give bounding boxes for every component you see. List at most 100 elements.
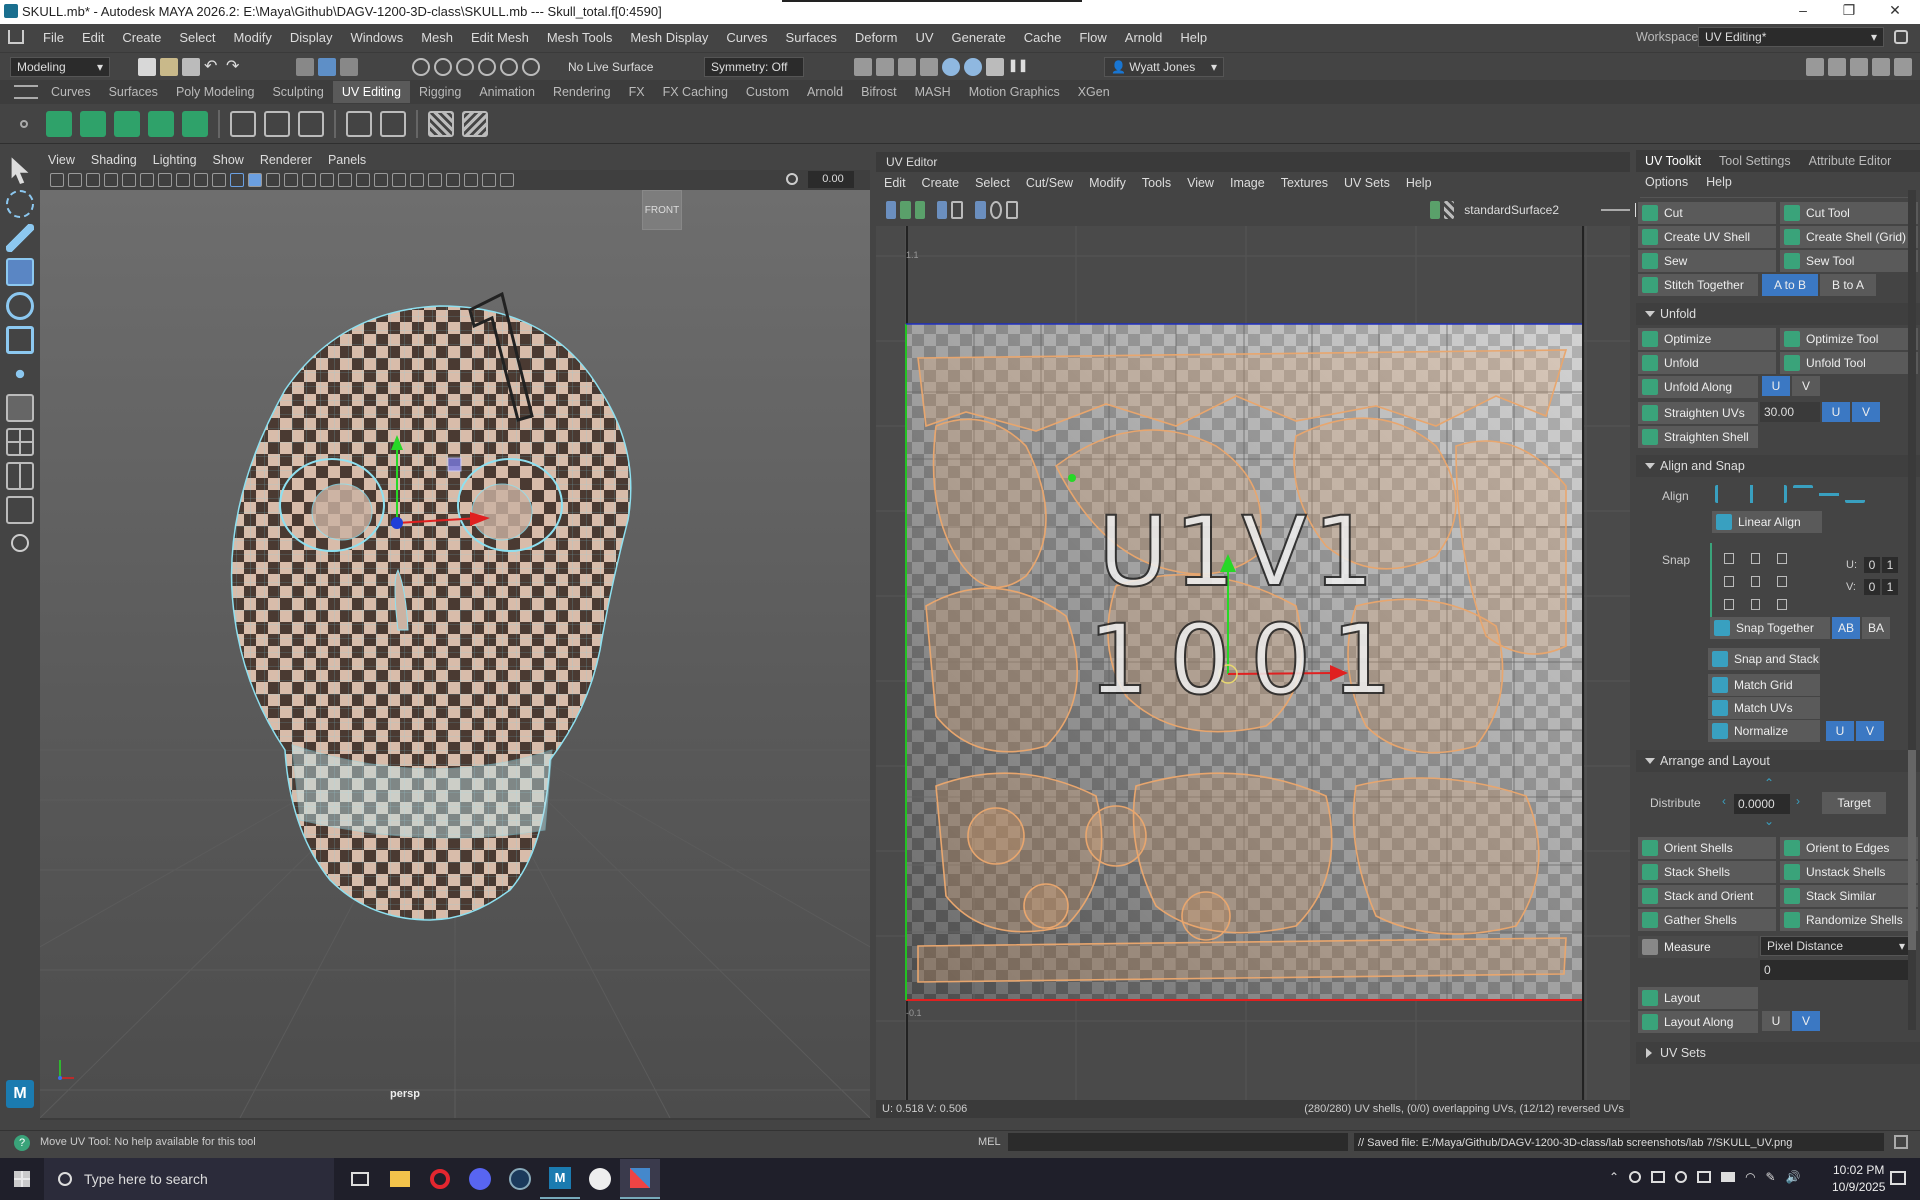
shelf-tab-fx[interactable]: FX	[620, 81, 654, 103]
lights-icon[interactable]	[302, 173, 316, 187]
uv-isolate-icon[interactable]	[914, 201, 925, 219]
viewport-menu-renderer[interactable]: Renderer	[252, 150, 320, 170]
spherical-map-icon[interactable]	[114, 110, 140, 137]
menu-display[interactable]: Display	[281, 24, 342, 52]
align-bottom-icon[interactable]	[1845, 485, 1865, 503]
planar-map-icon[interactable]	[46, 110, 72, 137]
distribute-down-icon[interactable]: ⌄	[1764, 814, 1774, 828]
tray-display-icon[interactable]	[1651, 1171, 1666, 1183]
shelf-tab-animation[interactable]: Animation	[470, 81, 544, 103]
snap-surface-icon[interactable]	[500, 58, 518, 76]
optimize-button[interactable]: Optimize	[1638, 328, 1776, 350]
shelf-tab-sculpting[interactable]: Sculpting	[263, 81, 332, 103]
exposure-field[interactable]: 0.00	[808, 171, 854, 188]
field-chart-icon[interactable]	[176, 173, 190, 187]
stitch-b-to-a-button[interactable]: B to A	[1820, 274, 1876, 296]
ambient-occlusion-icon[interactable]	[338, 173, 352, 187]
paint-select-icon[interactable]	[6, 224, 34, 252]
shelf-tab-motion-graphics[interactable]: Motion Graphics	[960, 81, 1069, 103]
gather-shells-button[interactable]: Gather Shells	[1638, 909, 1776, 931]
save-scene-icon[interactable]	[182, 58, 200, 76]
unstack-shells-button[interactable]: Unstack Shells	[1780, 861, 1918, 883]
channel-box-icon[interactable]	[1872, 58, 1890, 76]
textured-icon[interactable]	[284, 173, 298, 187]
grid-icon[interactable]	[104, 173, 118, 187]
start-button[interactable]	[2, 1159, 42, 1199]
snap-position-checkbox[interactable]	[1777, 599, 1788, 610]
outliner-layout-icon[interactable]	[6, 496, 34, 524]
scale-tool-icon[interactable]	[6, 326, 34, 354]
live-surface-field[interactable]: No Live Surface	[568, 60, 653, 74]
align-center-u-icon[interactable]	[1741, 485, 1761, 503]
menu-arnold[interactable]: Arnold	[1116, 24, 1172, 52]
shelf-tab-uv-editing[interactable]: UV Editing	[332, 81, 410, 103]
snap-point-icon[interactable]	[456, 58, 474, 76]
uv-menu-modify[interactable]: Modify	[1081, 172, 1134, 194]
straighten-uvs-button[interactable]: Straighten UVs	[1638, 402, 1758, 424]
uv-image-display-icon[interactable]	[1429, 201, 1440, 219]
select-object-icon[interactable]	[318, 58, 336, 76]
distortion-map-icon[interactable]	[462, 110, 488, 137]
restore-button[interactable]: ❐	[1826, 2, 1872, 22]
orient-shells-button[interactable]: Orient Shells	[1638, 837, 1776, 859]
search-icon[interactable]	[11, 534, 29, 552]
safe-action-icon[interactable]	[194, 173, 208, 187]
home-icon[interactable]	[8, 30, 24, 44]
straighten-u-toggle[interactable]: U	[1822, 402, 1850, 422]
lock-icon[interactable]	[1894, 30, 1908, 44]
snap-and-stack-button[interactable]: Snap and Stack	[1708, 648, 1820, 670]
sew-tool-button[interactable]: Sew Tool	[1780, 250, 1918, 272]
workspace-dropdown[interactable]: UV Editing* ▾	[1698, 27, 1884, 47]
shelf-menu-icon[interactable]	[14, 85, 38, 99]
bookmark-icon[interactable]	[68, 173, 82, 187]
snap-position-checkbox[interactable]	[1777, 576, 1788, 587]
minimize-button[interactable]: –	[1780, 2, 1826, 22]
side-by-side-layout-icon[interactable]	[6, 462, 34, 490]
unfold-along-button[interactable]: Unfold Along	[1638, 376, 1758, 398]
shelf-tab-rigging[interactable]: Rigging	[410, 81, 470, 103]
outliner-toggle-icon[interactable]	[1894, 58, 1912, 76]
wireframe-icon[interactable]	[230, 173, 244, 187]
last-tool-icon[interactable]	[6, 360, 34, 388]
snap-position-checkbox[interactable]	[1777, 553, 1788, 564]
menu-curves[interactable]: Curves	[717, 24, 776, 52]
taskbar-clock[interactable]: 10:02 PM 10/9/2025	[1832, 1162, 1885, 1196]
taskbar-search[interactable]: Type here to search	[44, 1158, 334, 1200]
snap-u-max[interactable]: 1	[1882, 557, 1898, 573]
align-center-v-icon[interactable]	[1819, 485, 1839, 503]
skull-mesh[interactable]	[230, 291, 632, 921]
right-panel-scrollbar[interactable]	[1908, 190, 1916, 1030]
layout-along-button[interactable]: Layout Along	[1638, 1011, 1758, 1033]
arnold-ipr-icon[interactable]	[986, 58, 1004, 76]
sew-button[interactable]: Sew	[1638, 250, 1776, 272]
xray-components-icon[interactable]	[464, 173, 478, 187]
depth-of-field-icon[interactable]	[392, 173, 406, 187]
uv-tile-grid-icon[interactable]	[975, 201, 986, 219]
measure-button[interactable]: Measure	[1638, 936, 1758, 958]
unfold-section-header[interactable]: Unfold	[1636, 303, 1920, 325]
align-right-icon[interactable]	[1767, 485, 1787, 503]
anti-alias-icon[interactable]	[374, 173, 388, 187]
auto-map-icon[interactable]	[148, 110, 174, 137]
snap-view-plane-icon[interactable]	[478, 58, 496, 76]
safe-title-icon[interactable]	[212, 173, 226, 187]
tab-uv-toolkit[interactable]: UV Toolkit	[1636, 150, 1711, 172]
help-icon[interactable]: ?	[14, 1135, 30, 1151]
viewport-menu-panels[interactable]: Panels	[320, 150, 374, 170]
script-editor-icon[interactable]	[1894, 1135, 1908, 1149]
select-tool-icon[interactable]	[11, 157, 29, 184]
shelf-tab-surfaces[interactable]: Surfaces	[100, 81, 167, 103]
match-grid-button[interactable]: Match Grid	[1708, 674, 1820, 696]
menu-mesh-tools[interactable]: Mesh Tools	[538, 24, 622, 52]
measure-mode-dropdown[interactable]: Pixel Distance ▾	[1760, 936, 1912, 956]
layout-button[interactable]: Layout	[1638, 987, 1758, 1009]
shadows-icon[interactable]	[320, 173, 334, 187]
uv-menu-select[interactable]: Select	[967, 172, 1018, 194]
close-button[interactable]: ✕	[1872, 2, 1918, 22]
match-uvs-button[interactable]: Match UVs	[1708, 697, 1820, 719]
snap-ab-toggle[interactable]: AB	[1832, 617, 1860, 639]
viewport-menu-show[interactable]: Show	[205, 150, 252, 170]
cut-uv-icon[interactable]	[230, 110, 256, 137]
file-explorer-button[interactable]	[380, 1159, 420, 1199]
straighten-v-toggle[interactable]: V	[1852, 402, 1880, 422]
